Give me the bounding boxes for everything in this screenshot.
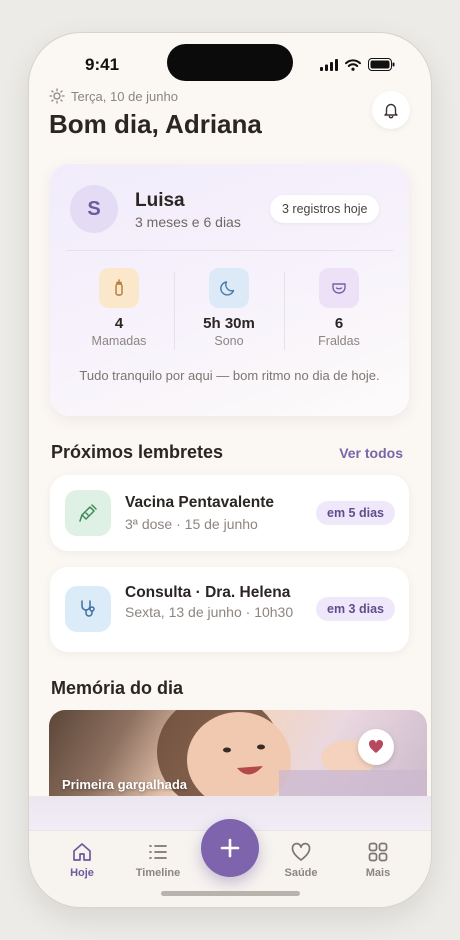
baby-summary-card[interactable]: S Luisa 3 meses e 6 dias 3 registros hoj… — [50, 164, 409, 416]
tab-mais[interactable]: Mais — [348, 841, 408, 879]
stat-icon-box — [209, 268, 249, 308]
stat-feedings[interactable]: 4 Mamadas — [64, 268, 174, 350]
memory-caption: Primeira gargalhada — [62, 777, 187, 792]
dynamic-island — [167, 44, 293, 81]
memory-photo[interactable]: Primeira gargalhada — [49, 710, 427, 798]
grid-icon — [368, 842, 388, 862]
stat-label: Sono — [214, 334, 244, 348]
stethoscope-icon — [81, 600, 95, 617]
stat-icon-box — [319, 268, 359, 308]
stats-row: 4 Mamadas 5h 30m Sono 6 Fraldas — [64, 268, 394, 350]
records-badge[interactable]: 3 registros hoje — [270, 195, 380, 223]
memory-title: Memória do dia — [51, 678, 184, 698]
home-icon — [73, 843, 91, 861]
current-date: Terça, 10 de junho — [71, 88, 178, 104]
list-icon — [149, 845, 167, 859]
favorite-button[interactable] — [358, 729, 394, 765]
reminder-subtitle: 3ª dose · 15 de junho — [125, 516, 258, 532]
stat-value: 4 — [114, 315, 124, 332]
reminders-title: Próximos lembretes — [51, 442, 224, 462]
see-all-link[interactable]: Ver todos — [339, 445, 403, 461]
signal-icon — [320, 58, 338, 71]
tab-hoje[interactable]: Hoje — [52, 841, 112, 879]
reminder-badge: em 3 dias — [316, 597, 395, 621]
diaper-icon — [332, 283, 346, 294]
reminder-subtitle: Sexta, 13 de junho · 10h30 — [125, 604, 294, 620]
moon-icon — [220, 281, 235, 296]
card-divider — [66, 250, 393, 251]
stat-label: Fraldas — [318, 334, 360, 348]
battery-icon — [368, 58, 395, 71]
tab-label: Mais — [365, 867, 391, 879]
status-time: 9:41 — [85, 55, 120, 74]
reminder-icon-box — [65, 490, 111, 536]
sun-icon — [49, 88, 65, 104]
date-row: Terça, 10 de junho — [49, 88, 178, 104]
tab-label: Timeline — [135, 867, 181, 879]
stat-icon-box — [99, 268, 139, 308]
stat-value: 5h 30m — [203, 315, 255, 332]
tab-label: Hoje — [70, 867, 94, 879]
baby-age: 3 meses e 6 dias — [135, 214, 241, 230]
card-note: Tudo tranquilo por aqui — bom ritmo no d… — [79, 368, 380, 383]
bell-icon — [384, 103, 398, 119]
stat-value: 6 — [334, 315, 344, 332]
status-icons — [320, 58, 395, 71]
tab-timeline[interactable]: Timeline — [128, 841, 188, 879]
stat-sleep[interactable]: 5h 30m Sono — [174, 268, 284, 350]
notifications-button[interactable] — [372, 91, 410, 129]
greeting-title: Bom dia, Adriana — [49, 109, 262, 139]
heart-filled-icon — [368, 739, 384, 753]
reminder-icon-box — [65, 586, 111, 632]
reminder-title: Consulta · Dra. Helena — [125, 584, 291, 601]
reminder-badge: em 5 dias — [316, 501, 395, 525]
baby-name: Luisa — [135, 190, 185, 211]
reminder-card[interactable]: Consulta · Dra. Helena Sexta, 13 de junh… — [50, 567, 409, 652]
home-indicator — [161, 891, 300, 896]
stat-label: Mamadas — [91, 334, 147, 348]
add-record-button[interactable] — [201, 819, 259, 877]
avatar: S — [70, 185, 118, 233]
tab-label: Saúde — [284, 867, 318, 879]
heart-icon — [291, 842, 311, 861]
plus-icon — [220, 838, 240, 858]
reminder-title: Vacina Pentavalente — [125, 494, 275, 511]
reminder-card[interactable]: Vacina Pentavalente 3ª dose · 15 de junh… — [50, 475, 409, 551]
wifi-icon — [345, 58, 361, 71]
stat-diapers[interactable]: 6 Fraldas — [284, 268, 394, 350]
bottle-icon — [115, 279, 123, 296]
phone-screen: 9:41 Terça, 10 de junho Bom dia, Adriana… — [29, 33, 431, 907]
tab-saude[interactable]: Saúde — [271, 841, 331, 879]
syringe-icon — [79, 504, 97, 522]
